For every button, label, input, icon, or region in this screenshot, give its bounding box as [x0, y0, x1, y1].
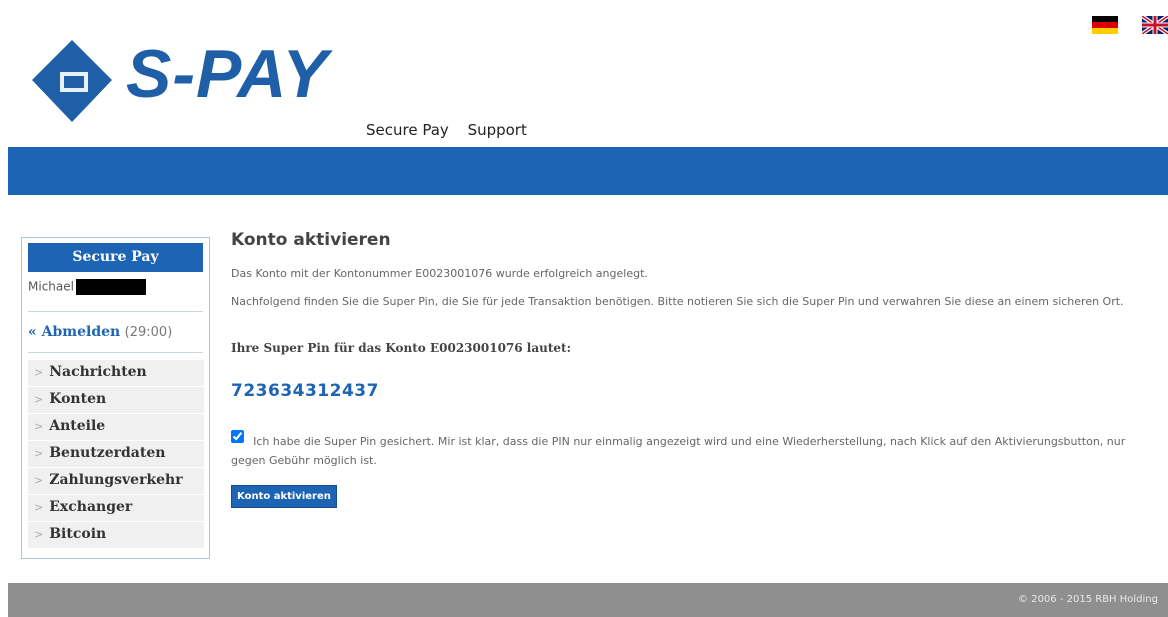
spay-logo[interactable]: S-PAY [30, 38, 370, 128]
sidebar-item-benutzerdaten[interactable]: > Benutzerdaten [28, 441, 204, 468]
divider [28, 352, 203, 353]
de-flag-icon[interactable] [1092, 16, 1118, 34]
confirm-checkbox[interactable] [231, 430, 244, 443]
sidebar-item-nachrichten[interactable]: > Nachrichten [28, 360, 204, 387]
sidebar-item-konten[interactable]: > Konten [28, 387, 204, 414]
confirm-row: Ich habe die Super Pin gesichert. Mir is… [231, 430, 1159, 468]
top-nav: Secure Pay Support [366, 121, 541, 139]
chevron-right-icon: > [34, 501, 44, 514]
logo-diamond-icon [32, 40, 112, 122]
confirm-text: Ich habe die Super Pin gesichert. Mir is… [231, 435, 1126, 467]
sidebar-item-label: Konten [49, 391, 107, 407]
nav-support[interactable]: Support [468, 121, 527, 139]
logout-row: « Abmelden (29:00) [28, 324, 172, 340]
sidebar-menu: > Nachrichten > Konten > Anteile > Benutzerd… [28, 360, 204, 549]
header-band [8, 147, 1168, 195]
chevron-right-icon: > [34, 447, 44, 460]
sidebar-item-anteile[interactable]: > Anteile [28, 414, 204, 441]
page-title: Konto aktivieren [231, 230, 391, 250]
instruction-text: Nachfolgend finden Sie die Super Pin, di… [231, 295, 1124, 308]
footer: © 2006 - 2015 RBH Holding [8, 583, 1168, 617]
uk-flag-icon[interactable] [1140, 14, 1168, 36]
sidebar-item-exchanger[interactable]: > Exchanger [28, 495, 204, 522]
sidebar-item-label: Benutzerdaten [49, 445, 166, 461]
sidebar-item-label: Nachrichten [49, 364, 147, 380]
sidebar-item-zahlungsverkehr[interactable]: > Zahlungsverkehr [28, 468, 204, 495]
pin-label: Ihre Super Pin für das Konto E0023001076… [231, 341, 572, 355]
success-message: Das Konto mit der Kontonummer E002300107… [231, 267, 648, 280]
chevron-right-icon: > [34, 528, 44, 541]
sidebar-item-label: Bitcoin [49, 526, 107, 542]
sidebar-item-label: Anteile [49, 418, 106, 434]
sidebar-item-label: Zahlungsverkehr [49, 472, 183, 488]
session-timer: (29:00) [124, 325, 173, 340]
chevron-right-icon: > [34, 393, 44, 406]
divider [28, 311, 203, 312]
super-pin-value: 723634312437 [231, 381, 379, 401]
sidebar-item-label: Exchanger [49, 499, 133, 515]
logo-text: S-PAY [126, 36, 329, 112]
chevron-right-icon: > [34, 420, 44, 433]
chevron-right-icon: > [34, 366, 44, 379]
sidebar-title: Secure Pay [28, 243, 203, 272]
user-name: Michael [28, 279, 146, 295]
sidebar-item-bitcoin[interactable]: > Bitcoin [28, 522, 204, 549]
redacted-name [75, 279, 146, 295]
main-content: Konto aktivieren Das Konto mit der Konto… [231, 230, 1161, 508]
activate-account-button[interactable]: Konto aktivieren [231, 485, 337, 508]
chevron-right-icon: > [34, 474, 44, 487]
sidebar: Secure Pay Michael « Abmelden (29:00) > N… [21, 237, 210, 559]
user-name-label: Michael [28, 279, 74, 294]
logout-link[interactable]: « Abmelden [28, 324, 120, 340]
nav-secure-pay[interactable]: Secure Pay [366, 121, 449, 139]
copyright-text: © 2006 - 2015 RBH Holding [1018, 594, 1158, 605]
